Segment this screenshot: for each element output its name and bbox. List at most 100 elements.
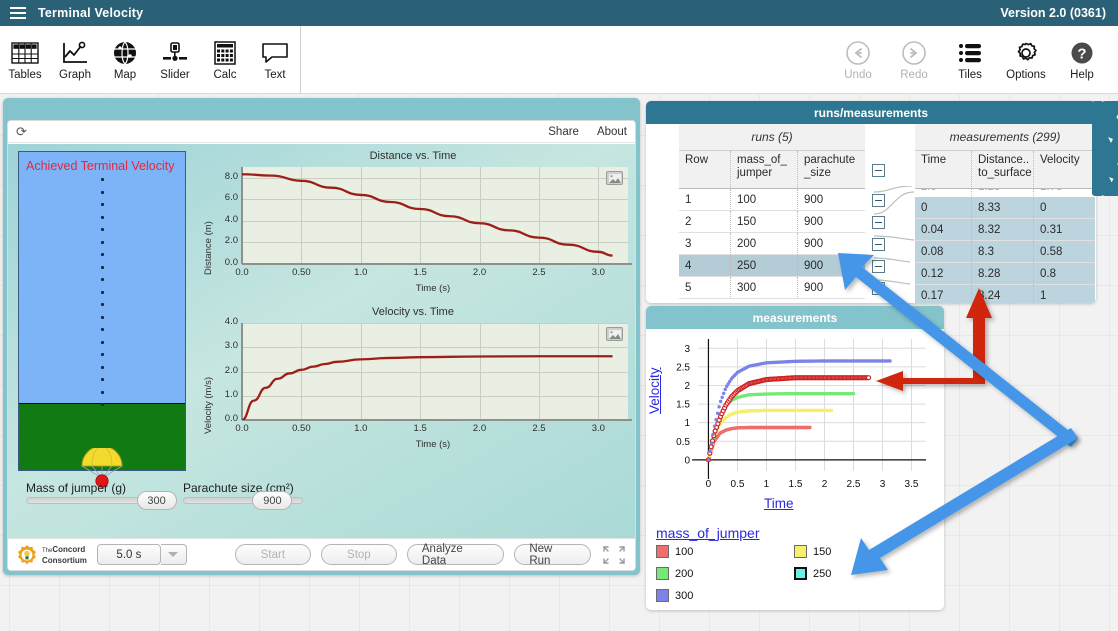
table-cell[interactable]: 4	[679, 255, 731, 277]
table-row-partial[interactable]: 2.9 1.25 1.78	[915, 189, 1095, 197]
collapse-minus-icon[interactable]	[871, 163, 885, 177]
table-row[interactable]: 3 200 900	[679, 233, 865, 255]
table-cell[interactable]: 100	[731, 189, 798, 211]
table-cell[interactable]: 0.17	[915, 285, 972, 303]
column-header-time[interactable]: Time	[915, 151, 972, 189]
column-header-mass[interactable]: mass_of_ jumper	[731, 151, 798, 189]
table-row[interactable]: 0 8.33 0	[915, 197, 1095, 219]
slider-parachute-size[interactable]: Parachute size (cm²) 900	[183, 481, 303, 510]
table-cell[interactable]: 0	[915, 197, 972, 219]
tool-map[interactable]: Map	[100, 26, 150, 94]
table-cell[interactable]: 8.28	[972, 263, 1034, 285]
legend-item-200[interactable]: 200	[656, 567, 693, 580]
legend-item-100[interactable]: 100	[656, 545, 693, 558]
table-cell[interactable]: 0.08	[915, 241, 972, 263]
start-button[interactable]: Start	[234, 544, 311, 565]
table-row[interactable]: 1 100 900	[679, 189, 865, 211]
table-cell[interactable]: 5	[679, 277, 731, 299]
table-cell[interactable]: 0	[1034, 197, 1095, 219]
chevron-down-icon[interactable]	[160, 544, 187, 565]
legend-swatch[interactable]	[656, 567, 669, 580]
slider-thumb[interactable]: 300	[136, 491, 177, 510]
stop-button[interactable]: Stop	[320, 544, 397, 565]
legend-item-300[interactable]: 300	[656, 589, 693, 602]
column-header-row[interactable]: Row	[679, 151, 731, 189]
duration-value[interactable]: 5.0 s	[96, 544, 161, 565]
slider-thumb[interactable]: 900	[252, 491, 293, 510]
new-run-button[interactable]: New Run	[514, 543, 591, 567]
reload-icon[interactable]: ⟳	[16, 124, 27, 140]
duration-selector[interactable]: 5.0 s	[96, 544, 187, 565]
table-row[interactable]: 0.08 8.3 0.58	[915, 241, 1095, 263]
tool-tiles[interactable]: Tiles	[942, 26, 998, 94]
table-cell[interactable]: 8.33	[972, 197, 1034, 219]
table-cell[interactable]: 900	[798, 277, 865, 299]
table-cell[interactable]: 2	[679, 211, 731, 233]
table-row[interactable]: 2 150 900	[679, 211, 865, 233]
slider-mass-of-jumper[interactable]: Mass of jumper (g) 300	[26, 481, 177, 510]
column-header-parachute[interactable]: parachute _size	[798, 151, 865, 189]
tool-calc[interactable]: Calc	[200, 26, 250, 94]
collapse-minus-icon[interactable]	[871, 215, 885, 229]
hidden-panel-edge[interactable]	[1100, 101, 1118, 196]
column-header-distance[interactable]: Distance.. to_surface	[972, 151, 1034, 189]
analyze-data-button[interactable]: Analyze Data	[406, 543, 505, 567]
collapse-minus-icon[interactable]	[871, 193, 885, 207]
legend-title[interactable]: mass_of_jumper	[656, 525, 760, 541]
table-row[interactable]: 0.04 8.32 0.31	[915, 219, 1095, 241]
slider-track[interactable]: 300	[26, 491, 177, 510]
table-cell[interactable]: 900	[798, 189, 865, 211]
table-cell[interactable]: 900	[798, 233, 865, 255]
collapse-minus-icon[interactable]	[871, 259, 885, 273]
legend-item-250[interactable]: 250	[794, 567, 831, 580]
tool-tables[interactable]: Tables	[0, 26, 50, 94]
table-cell[interactable]: 150	[731, 211, 798, 233]
table-cell[interactable]: 3	[679, 233, 731, 255]
table-cell[interactable]: 900	[798, 255, 865, 277]
legend-swatch[interactable]	[794, 567, 807, 580]
table-cell[interactable]: 8.24	[972, 285, 1034, 303]
table-cell[interactable]: 0.12	[915, 263, 972, 285]
table-row[interactable]: 0.12 8.28 0.8	[915, 263, 1095, 285]
tool-undo[interactable]: Undo	[830, 26, 886, 94]
speech-bubble-icon	[260, 38, 290, 68]
table-cell[interactable]: 200	[731, 233, 798, 255]
camera-snapshot-icon[interactable]	[606, 171, 623, 185]
tool-redo[interactable]: Redo	[886, 26, 942, 94]
column-header-velocity[interactable]: Velocity	[1034, 151, 1095, 189]
table-row[interactable]: 5 300 900	[679, 277, 865, 299]
legend-swatch[interactable]	[794, 545, 807, 558]
table-cell[interactable]: 1	[679, 189, 731, 211]
table-cell[interactable]: 300	[731, 277, 798, 299]
resize-corner-icon[interactable]	[601, 544, 627, 566]
measurements-scatter-plot[interactable]: 0 0.5 1 1.5 2 2.5 3 3.5 0 0.5 1 1.5 2 2.5 3	[646, 329, 944, 519]
tool-options[interactable]: Options	[998, 26, 1054, 94]
table-cell[interactable]: 250	[731, 255, 798, 277]
hamburger-icon[interactable]	[10, 7, 26, 19]
table-cell[interactable]: 900	[798, 211, 865, 233]
legend-item-150[interactable]: 150	[794, 545, 831, 558]
chart-y-axis-label[interactable]: Velocity	[647, 367, 662, 414]
table-row[interactable]: 0.17 8.24 1	[915, 285, 1095, 303]
table-cell[interactable]: 0.31	[1034, 219, 1095, 241]
legend-swatch[interactable]	[656, 545, 669, 558]
tool-text[interactable]: Text	[250, 26, 300, 94]
collapse-minus-icon[interactable]	[871, 281, 885, 295]
table-cell[interactable]: 8.32	[972, 219, 1034, 241]
camera-snapshot-icon[interactable]	[606, 327, 623, 341]
table-cell[interactable]: 1	[1034, 285, 1095, 303]
table-cell[interactable]: 0.8	[1034, 263, 1095, 285]
chart-x-axis-label[interactable]: Time	[764, 496, 794, 511]
share-link[interactable]: Share	[548, 126, 579, 138]
table-cell[interactable]: 8.3	[972, 241, 1034, 263]
table-row[interactable]: 4 250 900	[679, 255, 865, 277]
about-link[interactable]: About	[597, 126, 627, 138]
tool-slider[interactable]: Slider	[150, 26, 200, 94]
legend-swatch[interactable]	[656, 589, 669, 602]
collapse-minus-icon[interactable]	[871, 237, 885, 251]
table-cell[interactable]: 0.04	[915, 219, 972, 241]
tool-graph[interactable]: Graph	[50, 26, 100, 94]
table-cell[interactable]: 0.58	[1034, 241, 1095, 263]
tool-help[interactable]: ? Help	[1054, 26, 1110, 94]
slider-track[interactable]: 900	[183, 491, 303, 510]
